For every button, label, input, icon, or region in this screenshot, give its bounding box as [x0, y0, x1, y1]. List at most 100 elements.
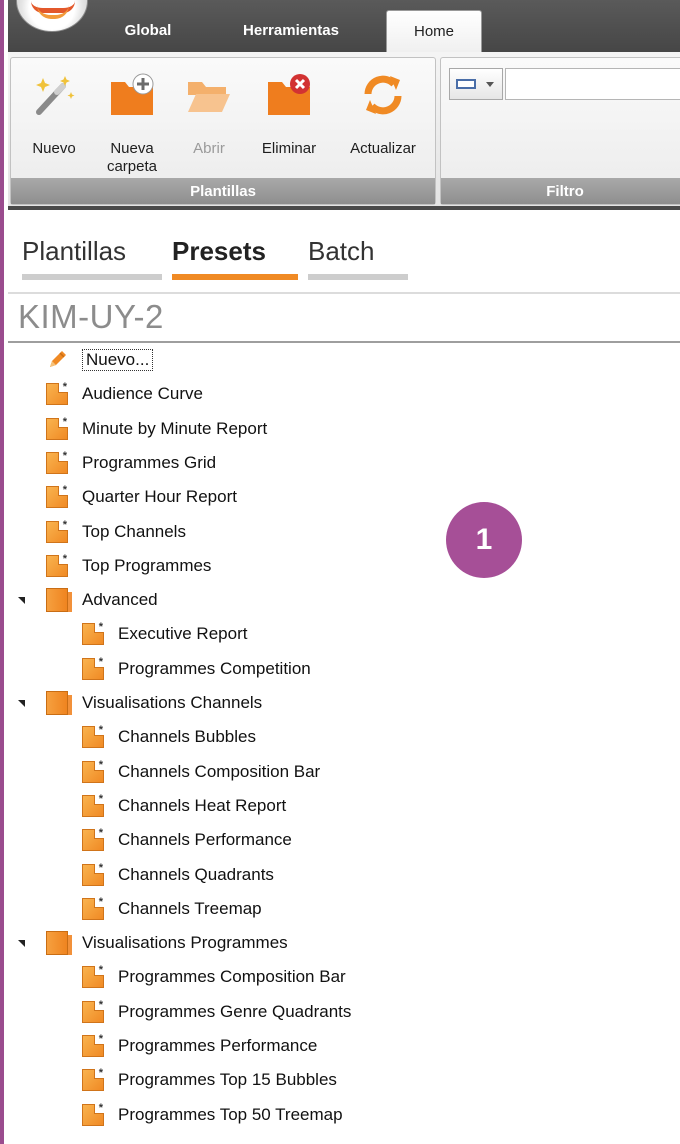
tree-item-label: Channels Quadrants	[118, 864, 274, 884]
tree-item[interactable]: Channels Heat Report	[82, 789, 286, 823]
tree-item[interactable]: Programmes Competition	[82, 652, 311, 686]
template-doc-icon	[82, 896, 104, 920]
delete-folder-icon	[266, 72, 312, 118]
filter-input[interactable]	[505, 68, 680, 100]
tree-item-label: Programmes Grid	[82, 452, 217, 472]
tree-item-label: Programmes Top 50 Treemap	[118, 1104, 343, 1124]
tree-item[interactable]: Top Programmes	[46, 549, 211, 583]
tree-item[interactable]: Minute by Minute Report	[46, 412, 267, 446]
abrir-button[interactable]: Abrir	[181, 72, 237, 176]
template-doc-icon	[46, 484, 68, 509]
tab-batch[interactable]: Batch	[308, 236, 408, 280]
tree-item[interactable]: Quarter Hour Report	[46, 480, 237, 514]
tree-item-label: Programmes Performance	[118, 1036, 318, 1055]
new-folder-icon	[109, 72, 155, 118]
template-doc-icon	[82, 656, 104, 680]
tree-item[interactable]: Programmes Top 50 Treemap	[82, 1098, 343, 1132]
nueva-carpeta-label: Nueva carpeta	[106, 140, 158, 175]
tab-plantillas-label: Plantillas	[22, 236, 127, 266]
tree-item[interactable]: Programmes Genre Quadrants	[82, 995, 351, 1029]
tab-herramientas[interactable]: Herramientas	[220, 12, 362, 48]
step-badge: 1	[446, 502, 522, 578]
page-title: KIM-UY-2	[18, 298, 164, 335]
tree-item[interactable]: Channels Bubbles	[82, 720, 256, 754]
template-doc-icon	[82, 1102, 104, 1126]
divider	[8, 292, 680, 294]
tab-plantillas[interactable]: Plantillas	[22, 236, 162, 280]
tree-item[interactable]: Programmes Top 15 Bubbles	[82, 1063, 337, 1097]
filter-type-dropdown[interactable]	[449, 68, 503, 100]
chevron-down-icon	[486, 82, 494, 87]
tree-item-label: Visualisations Channels	[82, 693, 263, 712]
app-window: Global Herramientas Home Nuevo Nueva car…	[0, 0, 680, 1144]
ribbon: Nuevo Nueva carpeta Abrir Eliminar Actua…	[8, 52, 680, 210]
tree-item-label: Visualisations Programmes	[82, 933, 288, 953]
tree-item-label: Quarter Hour Report	[82, 487, 237, 507]
app-logo-icon[interactable]	[16, 0, 88, 32]
tree-item[interactable]: Programmes Composition Bar	[82, 960, 346, 994]
refresh-icon	[360, 72, 406, 118]
tree-folder[interactable]: Advanced	[18, 583, 158, 617]
nueva-carpeta-button[interactable]: Nueva carpeta	[95, 72, 169, 176]
tree-item-label: Minute by Minute Report	[82, 418, 268, 438]
nuevo-button[interactable]: Nuevo	[23, 72, 85, 176]
tree-item[interactable]: Audience Curve	[46, 377, 203, 411]
template-doc-icon	[82, 827, 104, 852]
actualizar-button[interactable]: Actualizar	[335, 72, 431, 176]
template-doc-icon	[82, 964, 104, 989]
folder-icon	[46, 691, 72, 715]
template-doc-icon	[46, 450, 68, 474]
tree-item-label: Programmes Composition Bar	[118, 967, 346, 987]
tab-home[interactable]: Home	[386, 10, 482, 52]
tree-item-label: Nuevo...	[82, 349, 154, 371]
filtro-group: Filtro	[440, 57, 680, 205]
tab-presets-label: Presets	[172, 236, 266, 266]
expander-icon[interactable]	[18, 940, 25, 948]
filtro-group-label: Filtro	[441, 178, 680, 204]
tab-underline	[22, 274, 162, 280]
template-doc-icon	[46, 416, 68, 440]
tree-item[interactable]: Top Channels	[46, 515, 186, 549]
tree-item-label: Channels Treemap	[118, 898, 262, 918]
expander-icon[interactable]	[18, 700, 25, 707]
open-folder-icon	[186, 72, 232, 118]
tab-underline	[308, 274, 408, 280]
tree-item[interactable]: Executive Report	[82, 617, 247, 651]
tree-item-label: Top Channels	[82, 521, 186, 541]
tree-item[interactable]: Programmes Performance	[82, 1029, 317, 1063]
template-doc-icon	[82, 793, 104, 817]
template-doc-icon	[82, 724, 104, 749]
magic-wand-icon	[31, 72, 77, 118]
template-doc-icon	[82, 999, 104, 1023]
tree-item-label: Programmes Genre Quadrants	[118, 1001, 352, 1021]
pencil-icon	[46, 349, 68, 371]
template-doc-icon	[82, 1033, 104, 1057]
tab-global[interactable]: Global	[102, 12, 194, 48]
eliminar-button[interactable]: Eliminar	[249, 72, 329, 176]
tree-item[interactable]: Channels Composition Bar	[82, 755, 320, 789]
template-doc-icon	[46, 553, 68, 577]
expander-icon[interactable]	[18, 597, 25, 605]
tree-folder[interactable]: Visualisations Programmes	[18, 926, 288, 960]
tree-item[interactable]: Channels Performance	[82, 823, 292, 857]
plantillas-group: Nuevo Nueva carpeta Abrir Eliminar Actua…	[10, 57, 436, 205]
tree-item-label: Channels Composition Bar	[118, 761, 321, 781]
tree-item[interactable]: Channels Quadrants	[82, 858, 274, 892]
tree-item-label: Channels Performance	[118, 830, 292, 850]
filter-type-icon	[456, 79, 476, 89]
tree-item[interactable]: Channels Treemap	[82, 892, 262, 926]
tab-presets[interactable]: Presets	[172, 236, 298, 280]
template-doc-icon	[82, 1067, 104, 1092]
tree-new-item[interactable]: Nuevo...	[46, 343, 154, 377]
plantillas-group-label: Plantillas	[11, 178, 435, 204]
folder-icon	[46, 931, 72, 956]
folder-icon	[46, 588, 72, 613]
template-doc-icon	[82, 621, 104, 646]
template-doc-icon	[46, 519, 68, 543]
tree-item-label: Audience Curve	[82, 384, 203, 404]
ribbon-tab-bar: Global Herramientas Home	[8, 0, 680, 52]
tree-item[interactable]: Programmes Grid	[46, 446, 216, 480]
tree-folder[interactable]: Visualisations Channels	[18, 686, 263, 720]
tree-item-label: Executive Report	[118, 624, 248, 644]
template-doc-icon	[46, 381, 68, 406]
